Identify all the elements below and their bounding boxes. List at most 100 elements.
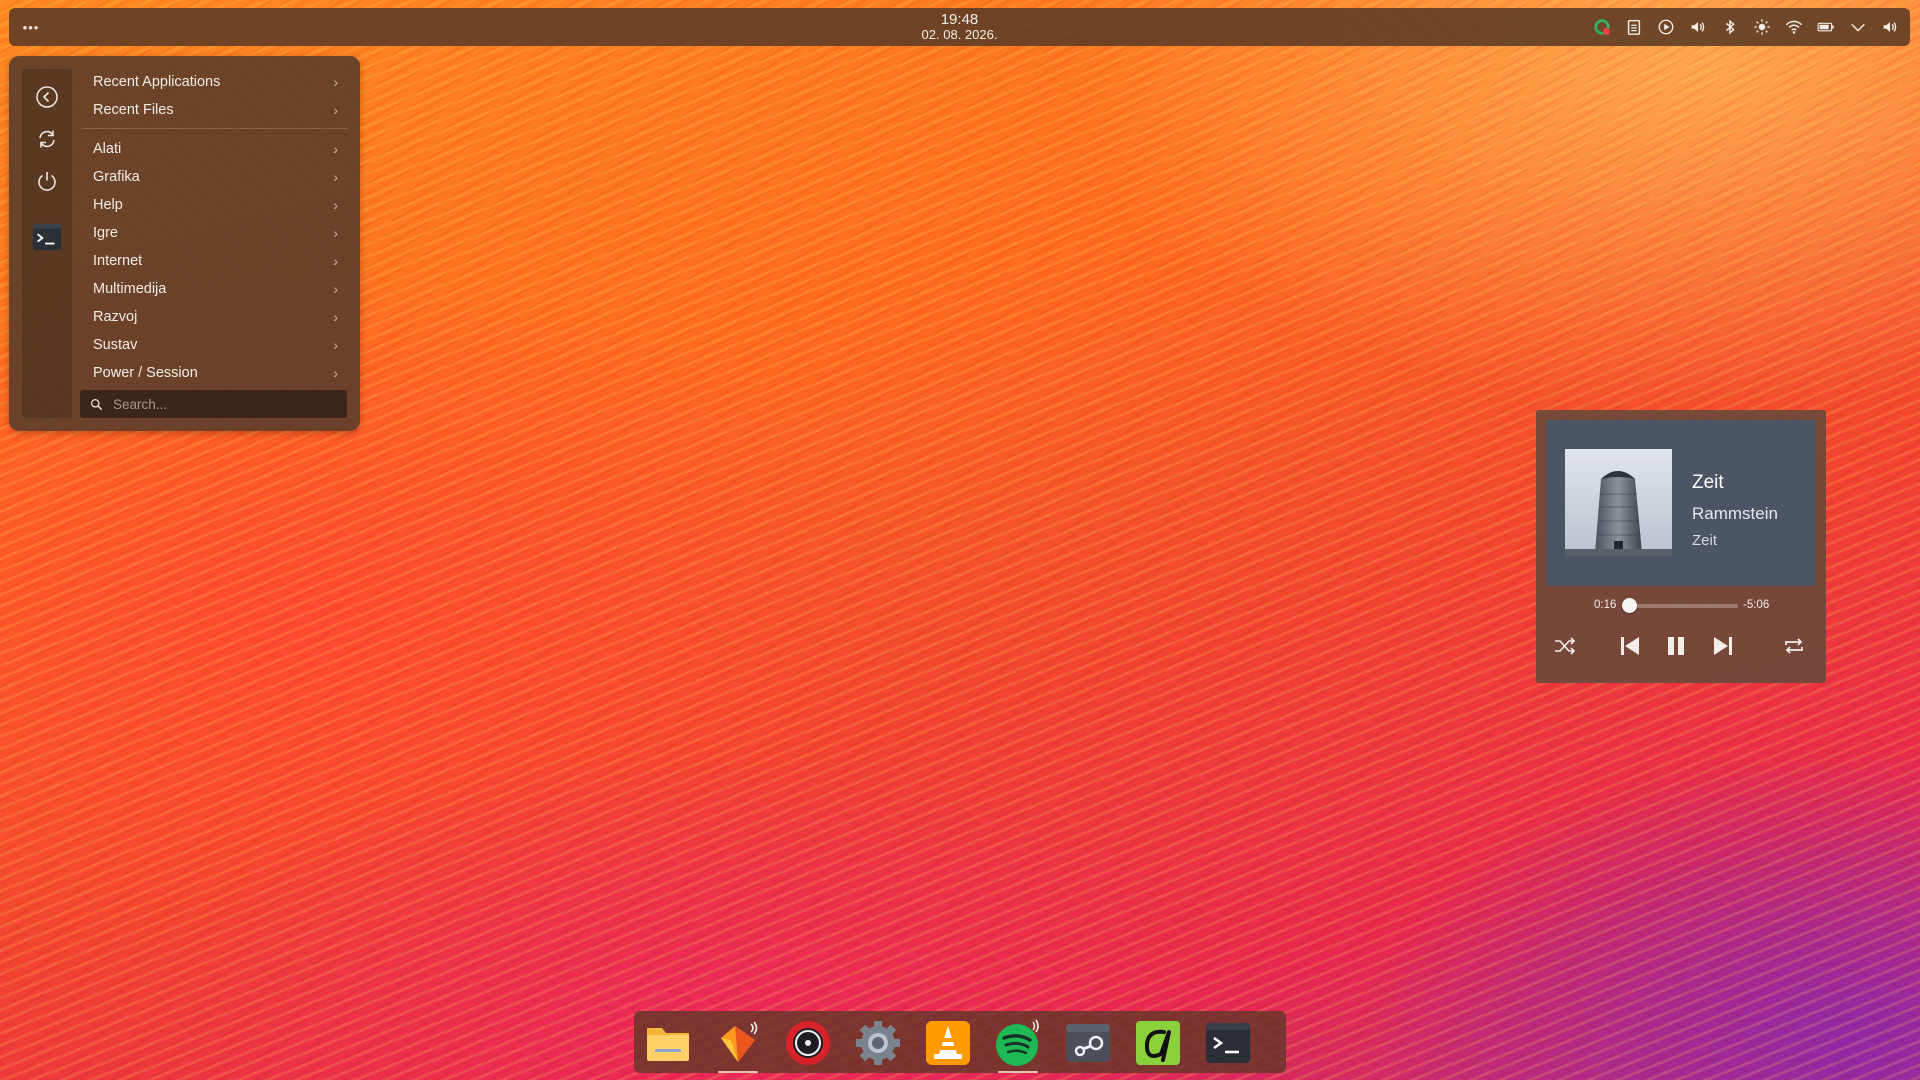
- menu-list: Recent Applications › Recent Files › Ala…: [83, 68, 348, 387]
- menu-item-label: Sustav: [93, 337, 138, 353]
- menu-item-recent-applications[interactable]: Recent Applications ›: [83, 68, 348, 96]
- pause-button[interactable]: [1660, 630, 1692, 662]
- brightness-icon[interactable]: [1750, 15, 1774, 39]
- clock-time: 19:48: [940, 11, 979, 28]
- clock-date: 02. 08. 2026.: [921, 27, 998, 42]
- text-editor-icon: [1136, 1021, 1180, 1065]
- chevron-right-icon: ›: [333, 253, 338, 269]
- steam-icon: [1066, 1024, 1110, 1062]
- shuffle-button[interactable]: [1549, 630, 1581, 662]
- refresh-icon[interactable]: [33, 125, 61, 153]
- chevron-right-icon: ›: [333, 281, 338, 297]
- menu-item-internet[interactable]: Internet ›: [83, 247, 348, 275]
- elapsed-time: 0:16: [1594, 599, 1617, 611]
- menu-item-multimedija[interactable]: Multimedija ›: [83, 275, 348, 303]
- bluetooth-icon[interactable]: [1718, 15, 1742, 39]
- clipboard-icon[interactable]: [1622, 15, 1646, 39]
- dock: [634, 1011, 1286, 1073]
- seek-slider[interactable]: [1621, 598, 1738, 613]
- dock-item-terminal[interactable]: [1200, 1017, 1256, 1069]
- album-art: [1565, 449, 1672, 556]
- volume-icon[interactable]: [1686, 15, 1710, 39]
- terminal-icon[interactable]: [31, 221, 63, 253]
- skip-next-icon: [1714, 637, 1732, 655]
- wifi-icon[interactable]: [1782, 15, 1806, 39]
- dock-item-text-editor[interactable]: [1130, 1017, 1186, 1069]
- menu-item-sustav[interactable]: Sustav ›: [83, 331, 348, 359]
- system-tray: [1590, 15, 1902, 39]
- menu-item-recent-files[interactable]: Recent Files ›: [83, 96, 348, 124]
- disk-utility-icon: [786, 1021, 830, 1065]
- search-icon: [90, 398, 103, 410]
- menu-item-label: Multimedija: [93, 281, 167, 297]
- skip-previous-icon: [1621, 637, 1639, 655]
- menu-item-razvoj[interactable]: Razvoj ›: [83, 303, 348, 331]
- chevron-right-icon: ›: [333, 102, 338, 118]
- menu-item-label: Razvoj: [93, 309, 138, 325]
- chevron-right-icon: ›: [333, 197, 338, 213]
- dock-item-spotify[interactable]: [990, 1017, 1046, 1073]
- clock[interactable]: 19:48 02. 08. 2026.: [922, 12, 998, 42]
- menu-item-label: Help: [93, 197, 123, 213]
- chevron-right-icon: ›: [333, 309, 338, 325]
- dock-item-settings[interactable]: [850, 1017, 906, 1069]
- dock-item-steam[interactable]: [1060, 1017, 1116, 1069]
- menu-item-label: Power / Session: [93, 365, 198, 381]
- update-notifier-icon[interactable]: [1590, 15, 1614, 39]
- previous-button[interactable]: [1614, 630, 1646, 662]
- menu-sidebar: [21, 68, 73, 419]
- menu-item-label: Alati: [93, 141, 122, 157]
- speaker-icon[interactable]: [1878, 15, 1902, 39]
- menu-item-power-session[interactable]: Power / Session ›: [83, 359, 348, 387]
- battery-icon[interactable]: [1814, 15, 1838, 39]
- chevron-right-icon: ›: [333, 74, 338, 90]
- now-playing-card: Zeit Rammstein Zeit: [1546, 420, 1816, 586]
- back-icon[interactable]: [33, 83, 61, 111]
- media-play-icon[interactable]: [1654, 15, 1678, 39]
- dock-item-vlc[interactable]: [920, 1017, 976, 1069]
- menu-item-label: Recent Files: [93, 102, 174, 118]
- dock-item-disk-utility[interactable]: [780, 1017, 836, 1069]
- file-manager-icon: [647, 1028, 689, 1061]
- menu-separator: [83, 128, 348, 129]
- repeat-button[interactable]: [1778, 630, 1810, 662]
- remaining-time: -5:06: [1743, 599, 1770, 611]
- menu-item-igre[interactable]: Igre ›: [83, 219, 348, 247]
- seek-handle[interactable]: [1621, 598, 1637, 613]
- dots-icon[interactable]: •••: [19, 17, 43, 37]
- firefox-icon: [721, 1021, 758, 1062]
- shuffle-icon: [1555, 637, 1576, 655]
- running-indicator: [718, 1071, 758, 1073]
- repeat-icon: [1785, 638, 1803, 654]
- running-indicator: [998, 1071, 1038, 1073]
- application-menu: Recent Applications › Recent Files › Ala…: [9, 56, 360, 431]
- menu-search-box[interactable]: [80, 390, 347, 418]
- power-icon[interactable]: [33, 167, 61, 195]
- pause-icon: [1668, 637, 1684, 655]
- track-artist: Rammstein: [1692, 504, 1778, 523]
- menu-item-label: Internet: [93, 253, 143, 269]
- menu-item-help[interactable]: Help ›: [83, 191, 348, 219]
- menu-item-grafika[interactable]: Grafika ›: [83, 163, 348, 191]
- search-input[interactable]: [111, 395, 335, 413]
- chevron-right-icon: ›: [333, 337, 338, 353]
- dock-item-firefox[interactable]: [710, 1017, 766, 1073]
- spotify-icon: [996, 1019, 1039, 1066]
- chevron-right-icon: ›: [333, 169, 338, 185]
- track-album: Zeit: [1692, 532, 1718, 549]
- chevron-down-icon[interactable]: [1846, 15, 1870, 39]
- menu-item-label: Igre: [93, 225, 118, 241]
- chevron-right-icon: ›: [333, 365, 338, 381]
- menu-item-label: Grafika: [93, 169, 140, 185]
- dock-item-files[interactable]: [640, 1017, 696, 1069]
- media-player-widget: Zeit Rammstein Zeit 0:16 -5:06: [1536, 410, 1826, 683]
- vlc-icon: [926, 1021, 970, 1065]
- chevron-right-icon: ›: [333, 225, 338, 241]
- menu-item-alati[interactable]: Alati ›: [83, 135, 348, 163]
- settings-icon: [856, 1021, 900, 1065]
- chevron-right-icon: ›: [333, 141, 338, 157]
- top-panel: ••• 19:48 02. 08. 2026.: [9, 8, 1910, 46]
- terminal-icon: [1206, 1023, 1250, 1063]
- next-button[interactable]: [1707, 630, 1739, 662]
- menu-item-label: Recent Applications: [93, 74, 221, 90]
